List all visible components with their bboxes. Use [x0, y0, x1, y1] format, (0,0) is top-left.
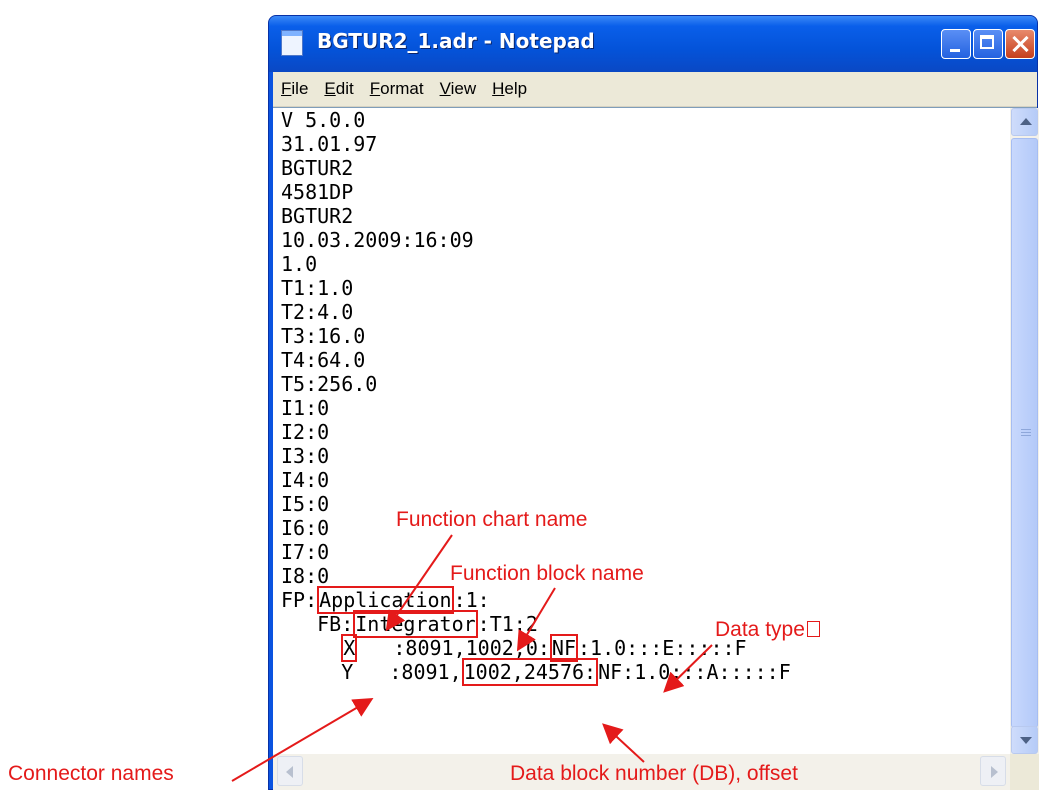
data-type-label: Data type [715, 618, 820, 642]
text-line: I2:0 [281, 420, 330, 444]
notepad-icon [281, 30, 303, 56]
y-suffix: NF:1.0:::A:::::F [598, 660, 791, 684]
y-mid: :8091, [353, 660, 462, 684]
text-line: T1:1.0 [281, 276, 354, 300]
fp-line: FP: Application:1: [281, 586, 490, 614]
text-content[interactable]: V 5.0.0 31.01.97 BGTUR2 4581DP BGTUR2 10… [281, 108, 1001, 768]
notepad-window: BGTUR2_1.adr - Notepad File Edit Format … [268, 15, 1039, 790]
fp-prefix: FP: [281, 588, 318, 612]
text-line: 31.01.97 [281, 132, 378, 156]
x-mid: :8091,1002,0: [357, 636, 550, 660]
text-line: I6:0 [281, 516, 330, 540]
menu-view[interactable]: View [440, 79, 477, 99]
scroll-right-button[interactable] [980, 756, 1006, 786]
menu-format[interactable]: Format [370, 79, 424, 99]
x-connector-line: X :8091,1002,0: NF:1.0:::E:::::F [281, 634, 747, 662]
data-type-text: Data type [715, 618, 805, 641]
vertical-scrollbar[interactable] [1010, 108, 1039, 754]
connector-names-label: Connector names [8, 762, 174, 785]
data-block-number-label: Data block number (DB), offset [510, 762, 798, 785]
menu-help[interactable]: Help [492, 79, 527, 99]
fb-line: FB: Integrator:T1:2 [281, 610, 538, 638]
y-connector-line: Y :8091, 1002,24576: NF:1.0:::A:::::F [281, 658, 791, 686]
text-line: I8:0 [281, 564, 330, 588]
text-line: I3:0 [281, 444, 330, 468]
text-line: V 5.0.0 [281, 108, 366, 132]
text-line: T2:4.0 [281, 300, 354, 324]
right-arrow-icon [991, 766, 998, 778]
left-arrow-icon [286, 766, 293, 778]
editor-area[interactable]: V 5.0.0 31.01.97 BGTUR2 4581DP BGTUR2 10… [273, 107, 1039, 790]
scroll-down-button[interactable] [1011, 726, 1038, 754]
maximize-button[interactable] [973, 29, 1003, 59]
fb-prefix: FB: [281, 612, 354, 636]
fp-suffix: :1: [453, 588, 490, 612]
text-line: BGTUR2 [281, 156, 354, 180]
text-line: I5:0 [281, 492, 330, 516]
function-block-name-label: Function block name [450, 562, 644, 585]
minimize-button[interactable] [941, 29, 971, 59]
fb-suffix: :T1:2 [477, 612, 538, 636]
data-block-box: 1002,24576: [461, 658, 599, 686]
window-title: BGTUR2_1.adr - Notepad [317, 29, 595, 53]
scroll-thumb[interactable] [1011, 138, 1038, 728]
text-line: 10.03.2009:16:09 [281, 228, 474, 252]
grip-icon [1021, 429, 1031, 438]
text-line: T4:64.0 [281, 348, 366, 372]
up-arrow-icon [1020, 118, 1032, 125]
function-block-name-box: Integrator [353, 610, 478, 638]
text-line: I1:0 [281, 396, 330, 420]
down-arrow-icon [1020, 737, 1032, 744]
text-line: 4581DP [281, 180, 354, 204]
menu-file[interactable]: File [281, 79, 308, 99]
text-line: 1.0 [281, 252, 318, 276]
text-line: T5:256.0 [281, 372, 378, 396]
text-line: T3:16.0 [281, 324, 366, 348]
menu-bar: File Edit Format View Help [273, 72, 1037, 107]
connector-y: Y [341, 660, 354, 684]
resize-grip[interactable] [1010, 754, 1039, 790]
text-line: BGTUR2 [281, 204, 354, 228]
menu-edit[interactable]: Edit [324, 79, 353, 99]
scroll-up-button[interactable] [1011, 108, 1038, 136]
connector-x-box: X [341, 634, 358, 662]
close-button[interactable] [1005, 29, 1035, 59]
text-line: I7:0 [281, 540, 330, 564]
scroll-left-button[interactable] [277, 756, 303, 786]
function-chart-name-label: Function chart name [396, 508, 588, 531]
text-line: I4:0 [281, 468, 330, 492]
title-bar[interactable]: BGTUR2_1.adr - Notepad [269, 16, 1037, 72]
